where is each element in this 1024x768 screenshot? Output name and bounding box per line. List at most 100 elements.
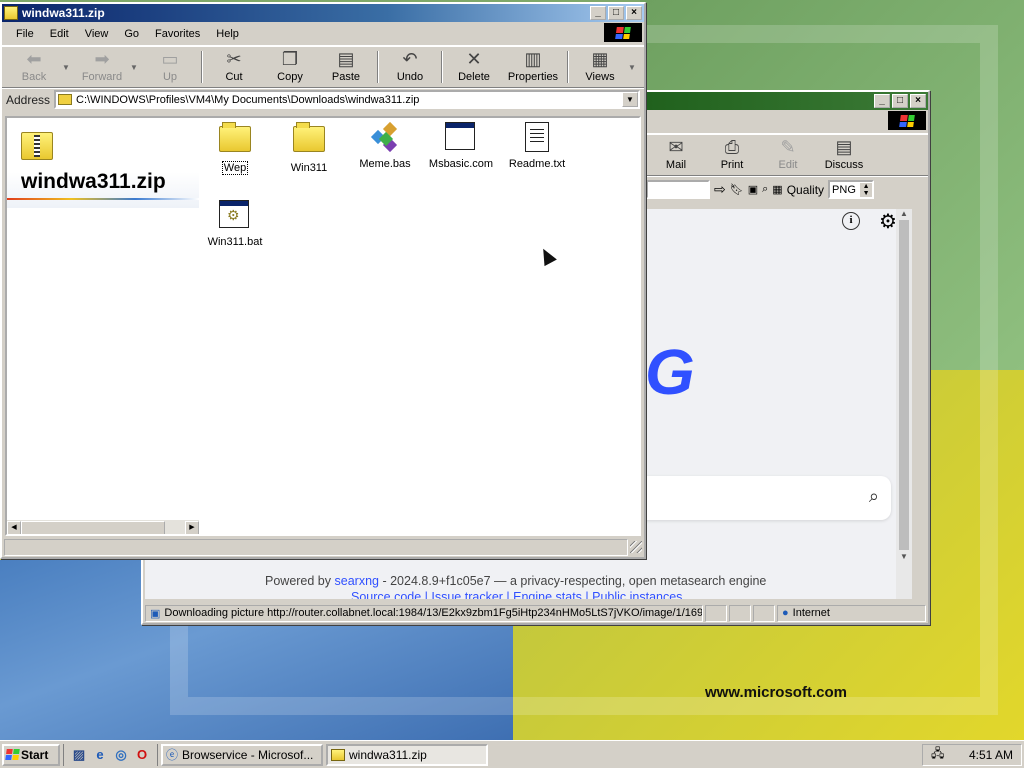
zone-cell: ● Internet: [777, 604, 926, 622]
browser-statusbar: ▣ Downloading picture http://router.coll…: [143, 603, 928, 623]
scroll-left-button[interactable]: ◀: [7, 521, 21, 534]
delete-button[interactable]: ✕ Delete: [446, 49, 502, 85]
maximize-button[interactable]: □: [892, 94, 908, 108]
forward-dropdown[interactable]: ▼: [130, 49, 142, 85]
address-field[interactable]: C:\WINDOWS\Profiles\VM4\My Documents\Dow…: [54, 90, 640, 109]
start-button[interactable]: Start: [2, 743, 60, 766]
browser-url-field[interactable]: [646, 180, 710, 199]
taskbar-button-browservice[interactable]: ⓔ Browservice - Microsof...: [161, 743, 323, 766]
minimize-button[interactable]: _: [590, 6, 606, 20]
undo-button[interactable]: ↶ Undo: [382, 49, 438, 85]
folder-icon: [293, 122, 325, 158]
quality-label: Quality: [786, 182, 825, 197]
zip-folder-large-icon: [21, 132, 53, 160]
image-icon[interactable]: ▣: [748, 183, 758, 196]
minimize-button[interactable]: _: [874, 94, 890, 108]
explorer-titlebar[interactable]: windwa311.zip _ □ ×: [2, 4, 644, 22]
zip-folder-icon: [4, 6, 18, 20]
scrollbar-thumb[interactable]: [21, 521, 165, 534]
quick-launch: ▨ e ◎ O: [63, 743, 158, 766]
discuss-button[interactable]: ▤ Discuss: [816, 137, 872, 173]
footer-links[interactable]: Source code | Issue tracker | Engine sta…: [351, 590, 682, 599]
paste-button[interactable]: ▤ Paste: [318, 49, 374, 85]
basic-file-icon: [369, 121, 401, 154]
opera-icon[interactable]: O: [133, 746, 151, 764]
folder-small-icon: [58, 94, 73, 105]
clock[interactable]: 4:51 AM: [969, 748, 1013, 762]
wallpaper-url-text: www.microsoft.com: [705, 684, 847, 701]
searxng-link[interactable]: searxng: [335, 574, 379, 588]
menu-file[interactable]: File: [8, 28, 42, 40]
file-item-meme-bas[interactable]: Meme.bas: [347, 121, 423, 170]
copy-icon: ❐: [281, 49, 299, 69]
zip-folder-icon: [331, 748, 345, 761]
taskbar: Start ▨ e ◎ O ⓔ Browservice - Microsof..…: [0, 740, 1024, 768]
taskbar-button-windwa311[interactable]: windwa311.zip: [326, 743, 488, 766]
delete-x-icon: ✕: [466, 49, 482, 69]
status-cell: [4, 538, 628, 556]
batch-file-icon: ⚙: [219, 200, 251, 232]
up-button[interactable]: ▭ Up: [142, 49, 198, 85]
vertical-scrollbar[interactable]: ▲ ▼: [896, 209, 912, 599]
close-button[interactable]: ×: [910, 94, 926, 108]
file-item-msbasic-com[interactable]: Msbasic.com: [423, 122, 499, 170]
explorer-statusbar: [2, 537, 644, 557]
menu-go[interactable]: Go: [116, 28, 147, 40]
copy-button[interactable]: ❐ Copy: [262, 49, 318, 85]
horizontal-scrollbar[interactable]: ◀ ▶: [7, 520, 199, 534]
internet-explorer-icon[interactable]: e: [91, 746, 109, 764]
system-tray: 🖧︎ 4:51 AM: [922, 743, 1022, 766]
show-desktop-icon[interactable]: ▨: [70, 746, 88, 764]
go-arrow-icon[interactable]: ⇨: [714, 181, 726, 198]
close-button[interactable]: ×: [626, 6, 642, 20]
clipboard-icon[interactable]: ▦: [772, 183, 782, 196]
quality-select[interactable]: PNG ▲ ▼: [828, 180, 875, 199]
menu-edit[interactable]: Edit: [42, 28, 77, 40]
explorer-menubar: File Edit View Go Favorites Help: [2, 22, 644, 46]
ie-page-icon: ⓔ: [166, 748, 179, 762]
info-icon[interactable]: i: [842, 212, 860, 230]
settings-gear-icon[interactable]: ⚙: [879, 209, 897, 234]
menu-view[interactable]: View: [77, 28, 117, 40]
cut-button[interactable]: ✂ Cut: [206, 49, 262, 85]
views-button[interactable]: ▦ Views: [572, 49, 628, 85]
menu-favorites[interactable]: Favorites: [147, 28, 208, 40]
find-icon[interactable]: ⌕: [762, 183, 768, 196]
mouse-cursor: [537, 245, 557, 267]
channels-icon[interactable]: ◎: [112, 746, 130, 764]
scroll-right-button[interactable]: ▶: [185, 521, 199, 534]
windows-logo: [888, 111, 926, 130]
forward-button[interactable]: ➡ Forward: [74, 49, 130, 85]
file-item-win311-bat[interactable]: ⚙ Win311.bat: [197, 200, 273, 248]
print-button[interactable]: ⎙ Print: [704, 137, 760, 173]
views-dropdown[interactable]: ▼: [628, 49, 640, 85]
mail-button[interactable]: ✉ Mail: [648, 137, 704, 173]
mail-icon: ✉: [668, 137, 684, 157]
scrollbar-thumb[interactable]: [899, 220, 909, 550]
searxng-footer: Powered by searxng - 2024.8.9+f1c05e7 — …: [265, 574, 767, 588]
explorer-window[interactable]: windwa311.zip _ □ × File Edit View Go Fa…: [0, 2, 646, 559]
network-status-icon[interactable]: 🖧︎: [931, 744, 944, 765]
spinner-icon[interactable]: ▲ ▼: [860, 182, 873, 197]
file-item-win311[interactable]: Win311: [271, 122, 347, 174]
resize-grip-icon[interactable]: [630, 541, 642, 553]
folder-info-title: windwa311.zip: [21, 170, 166, 193]
search-icon[interactable]: ⌕: [869, 486, 879, 507]
ie-page-icon: ▣: [150, 607, 161, 620]
properties-button[interactable]: ▥ Properties: [502, 49, 564, 85]
search-box[interactable]: ⌕: [625, 476, 891, 520]
file-item-wep[interactable]: Wep: [197, 122, 273, 175]
maximize-button[interactable]: □: [608, 6, 624, 20]
file-item-readme-txt[interactable]: Readme.txt: [499, 122, 575, 170]
edit-button[interactable]: ✎ Edit: [760, 137, 816, 173]
properties-icon: ▥: [524, 49, 542, 69]
status-cell: [729, 604, 751, 622]
menu-help[interactable]: Help: [208, 28, 247, 40]
address-dropdown[interactable]: ▼: [622, 92, 638, 107]
back-button[interactable]: ⬅ Back: [6, 49, 62, 85]
file-view[interactable]: windwa311.zip Wep Win311 Meme.bas Msbasi…: [5, 116, 641, 536]
bookmark-icon[interactable]: 🔖︎: [730, 183, 744, 196]
back-dropdown[interactable]: ▼: [62, 49, 74, 85]
status-cell: [753, 604, 775, 622]
forward-arrow-icon: ➡: [94, 49, 110, 69]
